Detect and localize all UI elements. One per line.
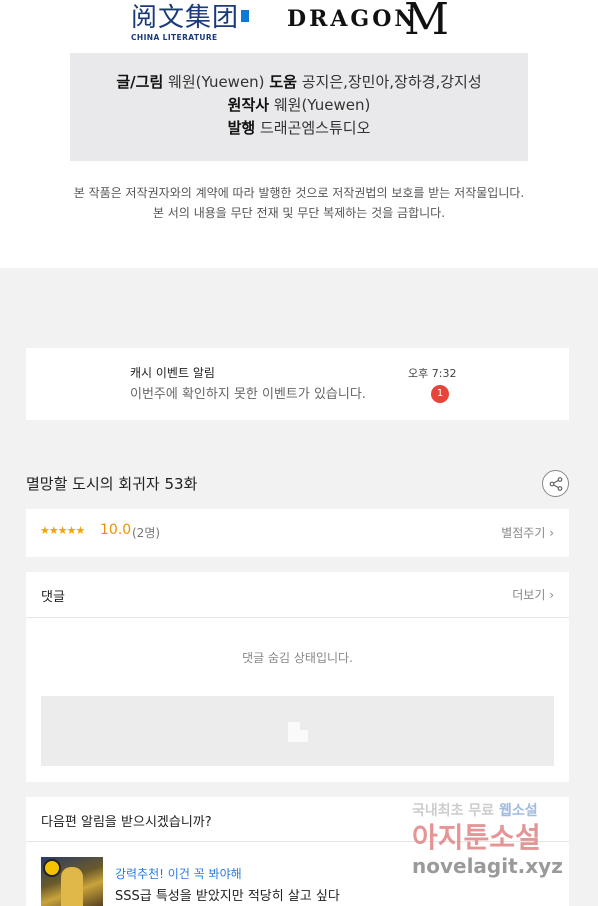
comments-more-link[interactable]: 더보기 › <box>512 586 554 603</box>
credit-line-1: 글/그림 웨원(Yuewen) 도움 공지은,장민아,장하경,강지성 <box>70 71 528 94</box>
recommendation-tag[interactable]: 강력추천! 이건 꼭 봐야해 <box>115 865 242 882</box>
credit-value-assist: 공지은,장민아,장하경,강지성 <box>301 73 482 91</box>
recommendation-title[interactable]: SSS급 특성을 받았지만 적당히 살고 싶다 <box>115 885 340 904</box>
ad-placeholder[interactable] <box>41 696 554 766</box>
logo-zh-text: 阅文集团 <box>131 3 240 33</box>
alert-count-badge: 1 <box>431 385 449 403</box>
image-placeholder-icon <box>288 722 308 742</box>
copyright-line-2: 본 서의 내용을 무단 전재 및 무단 복제하는 것을 금합니다. <box>152 206 446 220</box>
recommendation-thumbnail[interactable] <box>41 857 103 906</box>
credit-label-assist: 도움 <box>269 73 297 91</box>
share-button[interactable] <box>542 470 569 497</box>
episode-title: 멸망할 도시의 회귀자 53화 <box>26 475 198 493</box>
rate-button[interactable]: 별점주기 › <box>501 524 554 541</box>
rating-score: 10.0 <box>100 522 132 538</box>
credit-value-publisher: 드래곤엠스튜디오 <box>259 119 371 137</box>
credit-value-original: 웨원(Yuewen) <box>273 96 371 114</box>
publisher-logos: 阅文集团 CHINA LITERATURE DRAGON M <box>0 0 598 45</box>
comments-title: 댓글 <box>41 590 65 605</box>
alert-title: 캐시 이벤트 알림 <box>130 366 215 380</box>
comments-header: 댓글 더보기 › <box>26 572 569 618</box>
thumbnail-figure <box>61 867 83 906</box>
clock-icon <box>43 859 61 877</box>
credit-label-original: 원작사 <box>227 96 270 114</box>
star-rating-icon: ★★★★★ <box>40 524 85 537</box>
copyright-notice: 본 작품은 저작권자와의 계약에 따라 발행한 것으로 저작권법의 보호를 받는… <box>0 183 598 223</box>
alert-message: 이번주에 확인하지 못한 이벤트가 있습니다. <box>130 387 366 402</box>
credit-label-publisher: 발행 <box>227 119 256 137</box>
credit-value-author: 웨원(Yuewen) <box>168 73 265 91</box>
logo-flag-icon <box>241 10 250 22</box>
subscribe-question: 다음편 알림을 받으시겠습니까? <box>41 815 212 830</box>
comments-hidden-message: 댓글 숨김 상태입니다. <box>242 651 353 665</box>
alert-time: 오후 7:32 <box>408 367 457 380</box>
logo-en-text: CHINA LITERATURE <box>131 33 218 42</box>
credit-line-2: 원작사 웨원(Yuewen) <box>70 94 528 117</box>
dragon-m-logo-mark: M <box>404 0 450 45</box>
cash-event-alert[interactable]: 캐시 이벤트 알림 이번주에 확인하지 못한 이벤트가 있습니다. 오후 7:3… <box>26 348 569 420</box>
next-episode-subscribe-card: 다음편 알림을 받으시겠습니까? 강력추천! 이건 꼭 봐야해 SSS급 특성을… <box>26 797 569 906</box>
subscribe-header[interactable]: 다음편 알림을 받으시겠습니까? <box>26 797 569 842</box>
comments-card: 댓글 더보기 › 댓글 숨김 상태입니다. <box>26 572 569 782</box>
credit-line-3: 발행 드래곤엠스튜디오 <box>70 117 528 140</box>
rating-count: (2명) <box>132 526 161 540</box>
credits-section: 阅文集团 CHINA LITERATURE DRAGON M 글/그림 웨원(Y… <box>0 0 598 268</box>
credit-box: 글/그림 웨원(Yuewen) 도움 공지은,장민아,장하경,강지성 원작사 웨… <box>70 53 528 161</box>
copyright-line-1: 본 작품은 저작권자와의 계약에 따라 발행한 것으로 저작권법의 보호를 받는… <box>73 186 525 200</box>
rating-card: ★★★★★ 10.0 (2명) 별점주기 › <box>26 509 569 557</box>
share-icon <box>549 477 563 491</box>
dragon-m-logo-text: DRAGON <box>287 6 418 32</box>
china-literature-logo: 阅文集团 CHINA LITERATURE <box>131 3 250 42</box>
credit-label-author: 글/그림 <box>116 73 164 91</box>
